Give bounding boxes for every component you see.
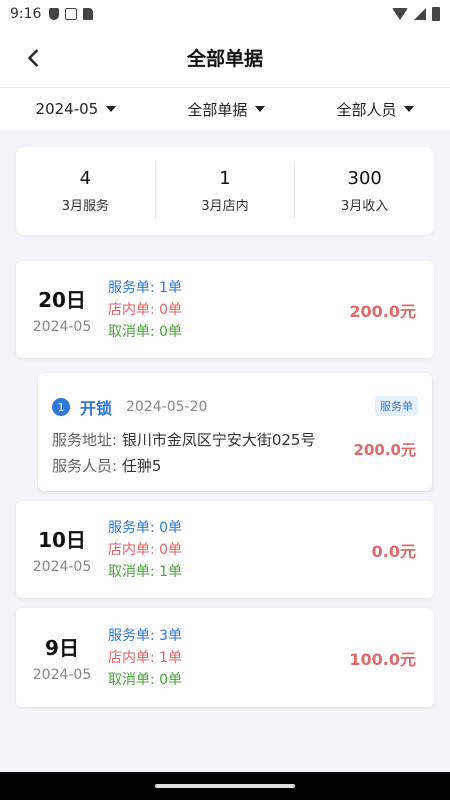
order-type-tag: 服务单	[375, 396, 418, 416]
service-address-line: 服务地址: 银川市金凤区宁安大街025号	[52, 429, 315, 450]
header: 全部单据	[0, 28, 450, 88]
page-title: 全部单据	[186, 48, 263, 70]
year-month: 2024-05	[32, 667, 92, 683]
type-filter[interactable]: 全部单据	[187, 99, 266, 120]
cancel-count: 取消单: 0单	[108, 323, 183, 340]
summary-service-value: 4	[79, 168, 92, 189]
order-title: 开锁	[80, 399, 113, 418]
caret-down-icon	[404, 106, 415, 112]
service-address-value: 银川市金凤区宁安大街025号	[121, 431, 316, 449]
service-staff-value: 任翀5	[121, 457, 162, 475]
service-count: 服务单: 3单	[108, 627, 183, 644]
summary-instore-label: 3月店内	[201, 199, 249, 214]
status-bar: 9:16	[0, 0, 450, 28]
month-filter[interactable]: 2024-05	[36, 100, 117, 118]
instore-count: 店内单: 0单	[108, 541, 183, 558]
order-counts: 服务单: 0单 店内单: 0单 取消单: 1单	[108, 517, 334, 583]
screenshot-icon	[65, 8, 78, 20]
filter-bar: 2024-05 全部单据 全部人员	[0, 88, 450, 130]
status-right	[392, 7, 440, 21]
day-amount: 200.0元	[349, 301, 416, 321]
service-address-label: 服务地址:	[52, 431, 122, 449]
cancel-count: 取消单: 1单	[108, 563, 183, 580]
summary-service: 4 3月服务	[16, 168, 155, 214]
shield-icon	[49, 8, 60, 20]
system-nav-bar	[0, 772, 450, 800]
service-staff-line: 服务人员: 任翀5	[52, 455, 161, 476]
order-counts: 服务单: 3单 店内单: 1单 取消单: 0单	[108, 625, 334, 691]
day-label: 9日	[45, 636, 79, 660]
battery-icon	[432, 7, 440, 21]
staff-filter-label: 全部人员	[336, 100, 397, 119]
sd-card-icon	[83, 8, 94, 20]
status-time: 9:16	[10, 6, 42, 22]
staff-filter[interactable]: 全部人员	[336, 99, 415, 120]
service-count: 服务单: 1单	[108, 279, 183, 296]
service-staff-label: 服务人员:	[52, 457, 122, 475]
day-label: 10日	[38, 528, 86, 552]
summary-card: 4 3月服务 1 3月店内 300 3月收入	[16, 147, 434, 235]
instore-count: 店内单: 0单	[108, 301, 183, 318]
chevron-left-icon	[28, 49, 38, 67]
wifi-icon	[392, 8, 408, 20]
summary-instore-value: 1	[219, 168, 231, 189]
order-detail-card[interactable]: 1 开锁 2024-05-20 服务单 服务地址: 银川市金凤区宁安大街025号…	[38, 373, 432, 491]
day-box: 9日 2024-05	[16, 632, 108, 683]
type-filter-label: 全部单据	[187, 100, 248, 119]
day-box: 10日 2024-05	[16, 524, 108, 575]
caret-down-icon	[255, 106, 266, 112]
service-count: 服务单: 0单	[108, 519, 183, 536]
order-counts: 服务单: 1单 店内单: 0单 取消单: 0单	[108, 277, 334, 343]
caret-down-icon	[106, 106, 117, 112]
detail-header: 1 开锁 2024-05-20	[52, 395, 207, 419]
year-month: 2024-05	[32, 319, 92, 335]
home-indicator[interactable]	[155, 784, 295, 788]
month-filter-label: 2024-05	[35, 100, 99, 118]
day-box: 20日 2024-05	[16, 284, 108, 335]
day-label: 20日	[38, 288, 86, 312]
order-amount: 200.0元	[353, 441, 416, 459]
summary-instore: 1 3月店内	[156, 168, 295, 214]
year-month: 2024-05	[32, 559, 92, 575]
summary-income: 300 3月收入	[295, 168, 434, 214]
day-card-9[interactable]: 9日 2024-05 服务单: 3单 店内单: 1单 取消单: 0单 100.0…	[16, 608, 434, 707]
back-button[interactable]	[18, 42, 50, 74]
order-date: 2024-05-20	[126, 399, 208, 415]
day-card-20[interactable]: 20日 2024-05 服务单: 1单 店内单: 0单 取消单: 0单 200.…	[16, 261, 434, 358]
summary-service-label: 3月服务	[61, 199, 109, 214]
cancel-count: 取消单: 0单	[108, 671, 183, 688]
order-index-badge: 1	[52, 398, 70, 416]
instore-count: 店内单: 1单	[108, 649, 183, 666]
day-amount: 100.0元	[349, 649, 416, 669]
cellular-icon	[414, 8, 426, 20]
day-amount: 0.0元	[371, 541, 416, 561]
summary-income-value: 300	[347, 168, 382, 189]
summary-income-label: 3月收入	[341, 199, 389, 214]
day-card-10[interactable]: 10日 2024-05 服务单: 0单 店内单: 0单 取消单: 1单 0.0元	[16, 501, 434, 598]
